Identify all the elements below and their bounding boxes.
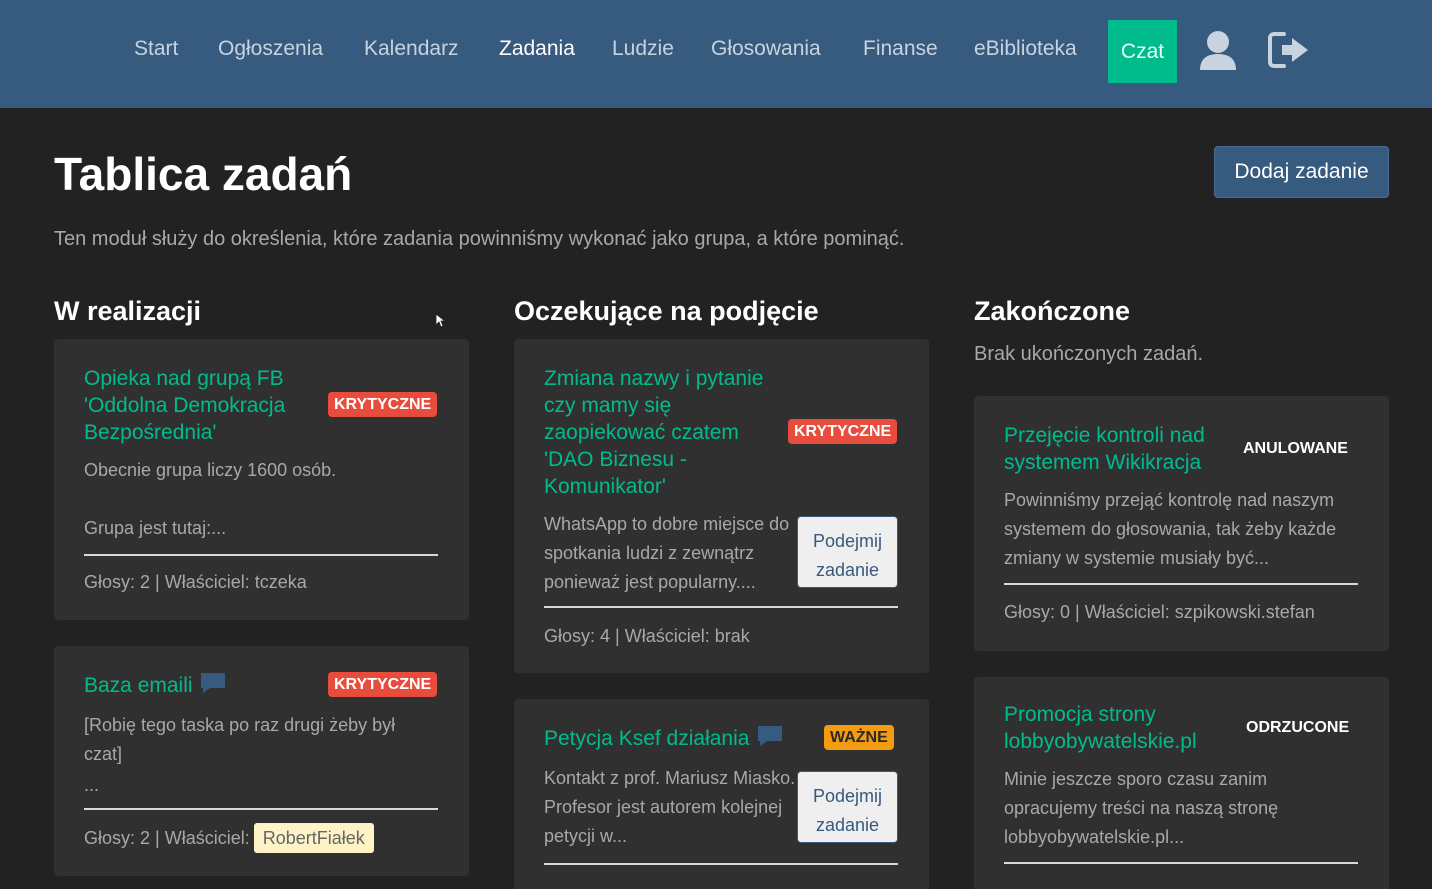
page-intro: Ten moduł służy do określenia, które zad…: [54, 228, 905, 250]
nav-glosowania[interactable]: Głosowania: [711, 36, 821, 62]
column-title-done: Zakończone: [974, 296, 1131, 326]
task-description: Minie jeszcze sporo czasu zanim opracuje…: [1004, 769, 1279, 847]
priority-badge: KRYTYCZNE: [328, 392, 438, 417]
nav-ogloszenia[interactable]: Ogłoszenia: [218, 36, 323, 62]
task-description-more: ...: [84, 775, 100, 795]
nav-finanse[interactable]: Finanse: [863, 36, 938, 62]
nav-kalendarz[interactable]: Kalendarz: [364, 36, 459, 62]
nav-ebiblioteka[interactable]: eBiblioteka: [974, 36, 1077, 62]
add-task-button[interactable]: Dodaj zadanie: [1214, 146, 1389, 198]
status-badge: ANULOWANE: [1243, 440, 1348, 457]
divider: [84, 808, 438, 810]
nav-ludzie[interactable]: Ludzie: [612, 36, 674, 62]
task-title-link[interactable]: Zmiana nazwy i pytanie czy mamy się zaop…: [544, 365, 784, 500]
divider: [84, 554, 438, 556]
priority-badge: KRYTYCZNE: [788, 419, 898, 444]
status-badge: ODRZUCONE: [1246, 719, 1350, 736]
task-description: Obecnie grupa liczy 1600 osób.: [84, 460, 337, 480]
task-title-link[interactable]: Promocja strony lobbyobywatelskie.pl: [1004, 701, 1234, 755]
task-card: Petycja Ksef działania WAŻNE Kontakt z p…: [514, 699, 929, 889]
task-meta: Głosy: 2 | Właściciel: tczeka: [84, 572, 307, 592]
task-title-link[interactable]: Opieka nad grupą FB 'Oddolna Demokracja …: [84, 365, 314, 446]
priority-badge: KRYTYCZNE: [328, 672, 438, 697]
user-icon[interactable]: [1198, 30, 1238, 70]
task-card: Opieka nad grupą FB 'Oddolna Demokracja …: [54, 339, 469, 620]
nav-chat-button[interactable]: Czat: [1108, 20, 1177, 83]
task-card: Promocja strony lobbyobywatelskie.pl ODR…: [974, 677, 1389, 889]
task-title-link[interactable]: Petycja Ksef działania: [544, 725, 783, 754]
task-card: Przejęcie kontroli nad systemem Wikikrac…: [974, 396, 1389, 651]
task-meta-text: Głosy: 2 | Właściciel:: [84, 828, 250, 848]
take-task-button[interactable]: Podejmij zadanie: [797, 516, 898, 588]
priority-badge: WAŻNE: [824, 725, 894, 750]
owner-highlight[interactable]: RobertFiałek: [253, 823, 374, 853]
divider: [544, 863, 898, 865]
mouse-cursor-icon: [435, 313, 447, 333]
task-title-text: Petycja Ksef działania: [544, 727, 750, 750]
nav-zadania[interactable]: Zadania: [499, 36, 575, 62]
task-meta: Głosy: 2 | Właściciel: RobertFiałek: [84, 823, 374, 853]
task-description-more: Grupa jest tutaj:...: [84, 518, 227, 538]
logout-icon[interactable]: [1268, 30, 1308, 70]
column-title-in-progress: W realizacji: [54, 296, 202, 326]
done-empty-note: Brak ukończonych zadań.: [974, 343, 1204, 365]
nav-start[interactable]: Start: [134, 36, 178, 62]
chat-bubble-icon: [757, 725, 783, 754]
page-title: Tablica zadań: [54, 148, 353, 200]
task-card: Zmiana nazwy i pytanie czy mamy się zaop…: [514, 339, 929, 673]
task-title-link[interactable]: Baza emaili: [84, 672, 226, 701]
task-card: Baza emaili KRYTYCZNE [Robię tego taska …: [54, 646, 469, 876]
divider: [544, 606, 898, 608]
chat-bubble-icon: [200, 672, 226, 701]
task-meta: Głosy: 0 | Właściciel: szpikowski.stefan: [1004, 602, 1315, 622]
take-task-button[interactable]: Podejmij zadanie: [797, 771, 898, 843]
task-description: WhatsApp to dobre miejsce do spotkania l…: [544, 514, 790, 592]
task-description: [Robię tego taska po raz drugi żeby był …: [84, 715, 396, 764]
top-navbar: Start Ogłoszenia Kalendarz Zadania Ludzi…: [0, 0, 1432, 108]
task-meta: Głosy: 4 | Właściciel: brak: [544, 626, 750, 646]
task-description: Powinniśmy przejąć kontrolę nad naszym s…: [1004, 490, 1337, 568]
column-title-pending: Oczekujące na podjęcie: [514, 296, 819, 326]
divider: [1004, 583, 1358, 585]
task-title-link[interactable]: Przejęcie kontroli nad systemem Wikikrac…: [1004, 422, 1234, 476]
task-description: Kontakt z prof. Mariusz Miasko. Profesor…: [544, 768, 796, 846]
task-title-text: Baza emaili: [84, 674, 193, 697]
divider: [1004, 862, 1358, 864]
